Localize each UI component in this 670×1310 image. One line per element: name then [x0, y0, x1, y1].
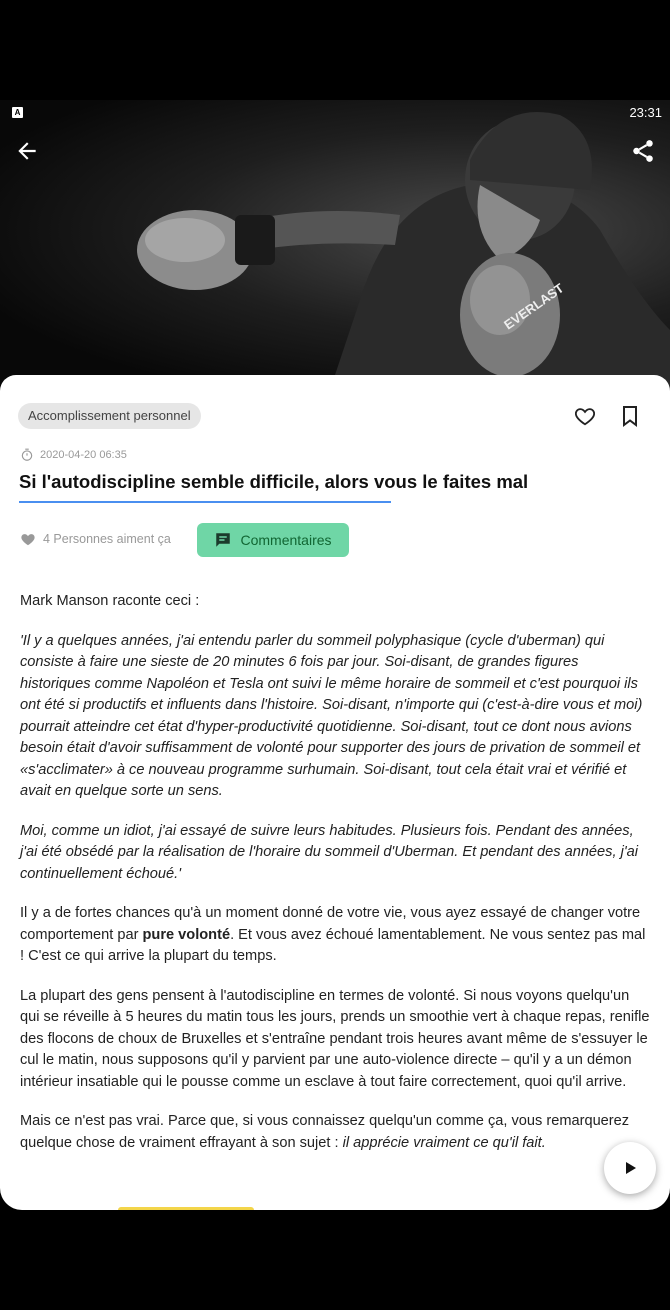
heart-filled-icon [21, 534, 35, 546]
comments-label: Commentaires [240, 532, 332, 548]
article-title: Si l'autodiscipline semble difficile, al… [19, 471, 529, 492]
likes-count: 4 Personnes aiment ça [20, 531, 171, 546]
hero-image: EVERLAST [0, 100, 670, 390]
paragraph-bold-text: pure volonté [142, 926, 231, 943]
bookmark-button[interactable] [620, 405, 640, 427]
favorite-button[interactable] [574, 405, 596, 427]
play-audio-button[interactable] [604, 1142, 656, 1194]
image-peek [118, 1207, 254, 1210]
comments-button[interactable]: Commentaires [197, 523, 349, 557]
paragraph: Mark Manson raconte ceci : [20, 593, 200, 609]
paragraph-italic-text: il apprécie vraiment ce qu'il fait. [342, 1134, 546, 1151]
date-row: 2020-04-20 06:35 [20, 448, 127, 462]
paragraph: La plupart des gens pensent à l'autodisc… [20, 987, 650, 1090]
boxer-illustration: EVERLAST [137, 112, 670, 390]
article-date: 2020-04-20 06:35 [40, 449, 127, 461]
comment-icon [216, 533, 231, 547]
timer-icon [21, 448, 33, 461]
status-bar: A 23:31 [0, 100, 670, 126]
paragraph: Mais ce n'est pas vrai. Parce que, si vo… [20, 1111, 652, 1154]
article-card: Accomplissement personnel 2020-04-20 06:… [0, 375, 670, 1210]
share-button[interactable] [630, 138, 656, 164]
heart-outline-icon [574, 408, 596, 426]
play-icon [626, 1162, 636, 1174]
paragraph: Moi, comme un idiot, j'ai essayé de suiv… [20, 822, 638, 882]
share-icon [633, 140, 653, 162]
back-button[interactable] [14, 138, 40, 164]
title-underline [19, 501, 391, 503]
status-time: 23:31 [629, 105, 662, 120]
category-tag[interactable]: Accomplissement personnel [18, 403, 201, 429]
paragraph: 'Il y a quelques années, j'ai entendu pa… [20, 632, 643, 800]
article-body: Mark Manson raconte ceci : 'Il y a quelq… [20, 591, 652, 1172]
likes-text: 4 Personnes aiment ça [43, 531, 171, 546]
paragraph: Il y a de fortes chances qu'à un moment … [20, 903, 652, 968]
arrow-left-icon [18, 142, 36, 160]
bookmark-icon [623, 406, 637, 427]
status-indicator: A [12, 107, 23, 118]
